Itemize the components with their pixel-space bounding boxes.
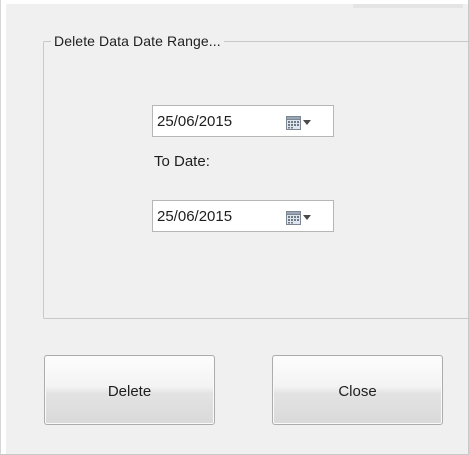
groupbox-title: Delete Data Date Range... xyxy=(51,33,224,49)
chevron-down-icon xyxy=(303,214,311,220)
from-date-value[interactable]: 25/06/2015 xyxy=(157,113,232,130)
to-date-value[interactable]: 25/06/2015 xyxy=(157,208,232,225)
to-date-dropdown-button[interactable] xyxy=(286,207,326,227)
close-button-label: Close xyxy=(338,382,377,400)
calendar-icon xyxy=(286,210,301,225)
chevron-down-icon xyxy=(303,119,311,125)
to-date-picker[interactable]: 25/06/2015 xyxy=(152,200,334,232)
window-titlebar-fragment xyxy=(353,4,463,8)
dialog-window: Delete Data Date Range... 25/06/2015 To … xyxy=(0,0,469,455)
from-date-picker[interactable]: 25/06/2015 xyxy=(152,105,334,137)
date-range-groupbox xyxy=(43,41,469,319)
calendar-icon xyxy=(286,115,301,130)
close-button[interactable]: Close xyxy=(272,355,443,425)
from-date-dropdown-button[interactable] xyxy=(286,112,326,132)
delete-button-label: Delete xyxy=(107,382,152,400)
to-date-label: To Date: xyxy=(154,153,210,170)
delete-button[interactable]: Delete xyxy=(44,355,215,425)
